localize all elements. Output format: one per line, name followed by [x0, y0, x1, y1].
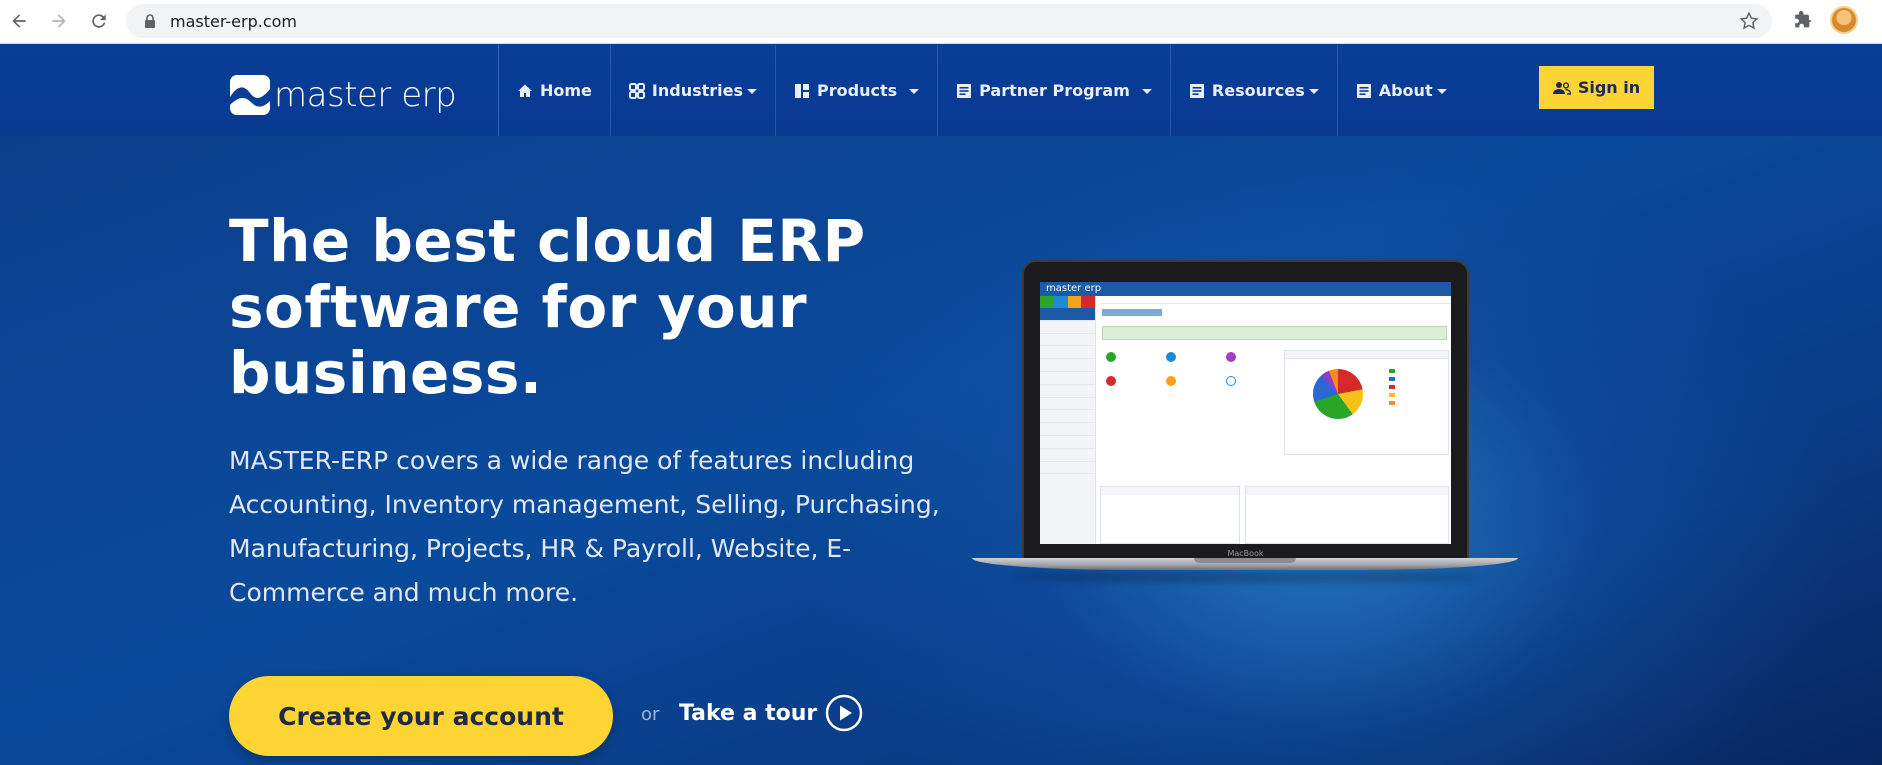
nav-home[interactable]: Home [498, 45, 610, 136]
nav-products[interactable]: Products [775, 45, 937, 136]
mockup-brand-text: master erp [1046, 283, 1102, 294]
logo-text: master erp [274, 75, 457, 115]
bookmark-star-icon[interactable] [1738, 10, 1760, 32]
chevron-down-icon [747, 89, 758, 94]
chevron-down-icon [1436, 89, 1447, 94]
users-icon [1552, 81, 1571, 95]
chevron-down-icon [1308, 89, 1319, 94]
take-tour-label: Take a tour [679, 700, 818, 726]
document-icon [1356, 83, 1372, 99]
site-logo[interactable]: master erp [230, 75, 457, 115]
mockup-pie-chart [1313, 369, 1363, 419]
extensions-puzzle-icon[interactable] [1792, 10, 1814, 32]
back-arrow-icon [12, 14, 26, 28]
laptop-lid: master erp MacBook [1022, 260, 1469, 562]
chevron-down-icon [909, 89, 920, 94]
address-bar[interactable]: master-erp.com [126, 4, 1772, 38]
nav-about[interactable]: About [1336, 45, 1465, 136]
site-header: master erp Home Industries Products Part… [0, 45, 1882, 136]
or-separator: or [641, 704, 660, 725]
hero-title: The best cloud ERP software for your bus… [229, 207, 866, 407]
back-button[interactable] [6, 8, 32, 34]
nav-industries-label: Industries [651, 81, 744, 100]
hero-section: The best cloud ERP software for your bus… [0, 136, 1882, 765]
reload-icon [92, 14, 106, 28]
play-icon [826, 694, 863, 732]
take-tour-link[interactable]: Take a tour [679, 694, 863, 732]
profile-avatar[interactable] [1830, 6, 1858, 34]
nav-resources[interactable]: Resources [1169, 45, 1337, 136]
home-icon [517, 83, 533, 99]
document-icon [956, 83, 972, 99]
nav-home-label: Home [540, 81, 592, 100]
dashboard-screenshot: master erp [1040, 282, 1451, 544]
grid-icon [794, 83, 810, 99]
nav-partner-program[interactable]: Partner Program [937, 45, 1170, 136]
forward-button[interactable] [46, 8, 72, 34]
sign-in-button[interactable]: Sign in [1539, 66, 1654, 109]
logo-mark-icon [230, 75, 270, 115]
reload-button[interactable] [86, 8, 112, 34]
nav-partner-program-label: Partner Program [979, 81, 1130, 100]
hero-description: MASTER-ERP covers a wide range of featur… [229, 446, 940, 607]
url-text: master-erp.com [170, 12, 298, 31]
nav-resources-label: Resources [1211, 81, 1305, 100]
sign-in-label: Sign in [1577, 78, 1641, 97]
nav-industries[interactable]: Industries [609, 45, 775, 136]
nav-about-label: About [1378, 81, 1433, 100]
nav-products-label: Products [817, 81, 898, 100]
forward-arrow-icon [52, 14, 66, 28]
industries-icon [628, 82, 645, 99]
laptop-label: MacBook [1227, 549, 1264, 558]
laptop-dashboard-mockup: master erp MacBook [972, 260, 1518, 582]
document-icon [1189, 83, 1205, 99]
lock-icon [145, 14, 155, 28]
chevron-down-icon [1141, 89, 1152, 94]
browser-toolbar: master-erp.com [0, 0, 1882, 44]
main-nav: Home Industries Products Partner Program… [498, 45, 1465, 136]
create-account-button[interactable]: Create your account [229, 676, 613, 756]
